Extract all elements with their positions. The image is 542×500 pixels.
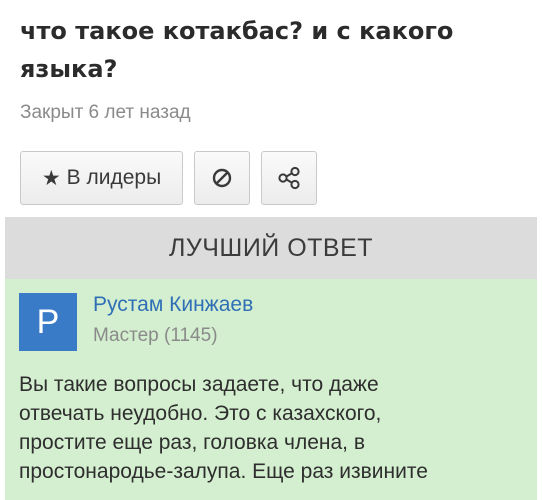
add-to-leaders-button[interactable]: ★ В лидеры: [20, 151, 183, 205]
block-button[interactable]: [194, 151, 250, 205]
answer-text-line: простонародье-залупа. Еще раз извините: [19, 460, 428, 483]
star-icon: ★: [41, 166, 61, 190]
page: что такое котакбас? и с какого языка? За…: [0, 0, 542, 500]
block-icon: [210, 166, 234, 190]
best-answer-header: ЛУЧШИЙ ОТВЕТ: [5, 217, 537, 279]
answer-text-line: Вы такие вопросы задаете, что даже: [19, 373, 379, 396]
closed-status: Закрыт 6 лет назад: [20, 102, 191, 123]
avatar[interactable]: P: [19, 293, 77, 351]
answer-text-line: простите еще раз, головка члена, в: [19, 431, 366, 454]
question-actions: ★ В лидеры: [20, 151, 317, 205]
share-icon: [276, 165, 302, 191]
best-answer-card: P Рустам Кинжаев Мастер (1145) Вы такие …: [5, 279, 537, 500]
answer-text-line: отвечать неудобно. Это с казахского,: [19, 402, 382, 425]
author-rank: Мастер (1145): [93, 325, 218, 346]
add-to-leaders-label: В лидеры: [66, 166, 162, 189]
author-name-link[interactable]: Рустам Кинжаев: [93, 293, 253, 317]
question-title-line-1: что такое котакбас? и с какого: [20, 17, 454, 45]
question-title: что такое котакбас? и с какого языка?: [20, 12, 530, 88]
question-title-line-2: языка?: [20, 55, 118, 83]
share-button[interactable]: [261, 151, 317, 205]
answer-text: Вы такие вопросы задаете, что даже отвеч…: [19, 370, 529, 486]
